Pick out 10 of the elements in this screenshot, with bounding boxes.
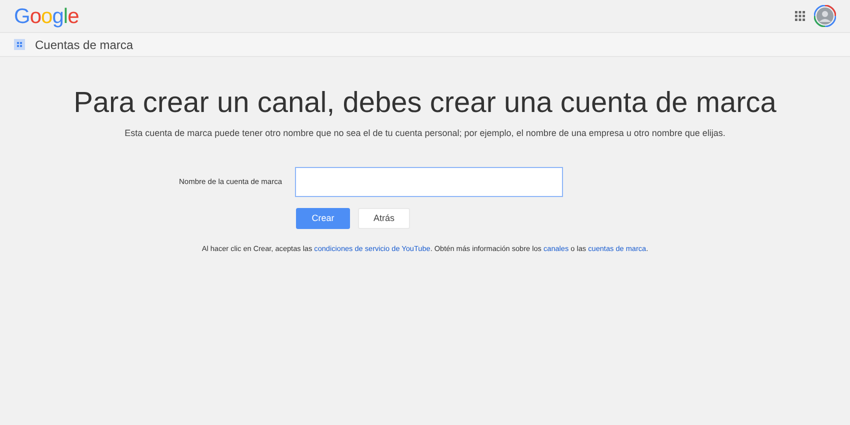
apps-grid-icon[interactable] (795, 11, 805, 21)
page-title: Cuentas de marca (35, 36, 134, 54)
google-logo: Google (14, 6, 79, 26)
back-button[interactable]: Atrás (358, 208, 410, 229)
heading: Para crear un canal, debes crear una cuenta de marca (74, 86, 776, 121)
input-field[interactable] (295, 166, 563, 197)
description: Esta cuenta de marca puede tener otro nombre que no sea el de tu cuenta personal; por ejemplo, el nombre de una empresa u otro nombre que elijas. (124, 127, 726, 140)
brand-account-icon (14, 39, 25, 50)
avatar-icon[interactable] (814, 5, 836, 27)
create-button[interactable]: Crear (296, 208, 350, 229)
